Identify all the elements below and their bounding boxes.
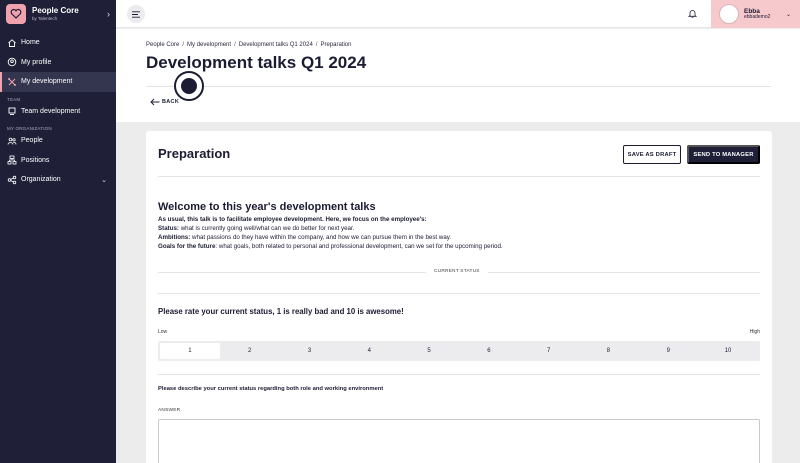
rating-option[interactable]: 3 <box>280 343 340 359</box>
section-label-current-status: CURRENT STATUS <box>426 269 488 274</box>
sidebar-item-people[interactable]: People <box>0 131 116 151</box>
breadcrumb-item[interactable]: People Core <box>146 42 179 48</box>
section-label-organization: MY ORGANIZATION <box>7 126 52 131</box>
sidebar-item-positions[interactable]: Positions <box>0 151 116 171</box>
rating-option[interactable]: 6 <box>459 343 519 359</box>
sidebar-item-label: Organization <box>21 176 61 184</box>
arrow-left-icon <box>150 98 160 106</box>
sidebar-item-label: Positions <box>21 156 50 164</box>
topbar: Ebba ebbademo2 ⌄ <box>116 0 800 28</box>
breadcrumb-item[interactable]: Development talks Q1 2024 <box>239 42 313 48</box>
chevron-down-icon: ⌄ <box>785 11 791 18</box>
welcome-title: Welcome to this year's development talks <box>158 201 376 213</box>
rating-option[interactable]: 2 <box>220 343 280 359</box>
page-header: People Core / My development / Development t… <box>116 29 800 122</box>
user-handle: ebbademo2 <box>744 13 771 20</box>
answer-label: ANSWER <box>158 408 181 413</box>
sidebar-item-label: Team development <box>21 107 81 115</box>
sidebar-item-label: My profile <box>21 58 52 66</box>
scale-high-label: High <box>749 329 760 335</box>
sidebar-item-home[interactable]: Home <box>0 33 116 53</box>
chevron-down-icon[interactable]: ⌄ <box>101 176 107 184</box>
divider <box>146 86 771 87</box>
rating-scale: 1 2 3 4 5 6 7 8 9 10 <box>158 341 760 361</box>
status-label: Status: <box>158 225 179 232</box>
sidebar-item-label: People <box>21 137 43 145</box>
intro-line: As usual, this talk is to facilitate emp… <box>158 216 427 223</box>
scale-low-label: Low <box>158 329 168 335</box>
divider <box>158 176 760 177</box>
back-button[interactable]: BACK <box>150 98 179 106</box>
rating-option[interactable]: 7 <box>519 343 579 359</box>
save-as-draft-button[interactable]: SAVE AS DRAFT <box>623 145 681 164</box>
brand[interactable]: People Core by Talentech › <box>0 0 116 28</box>
organization-icon <box>7 175 17 184</box>
rating-option[interactable]: 1 <box>160 343 220 359</box>
divider <box>158 374 760 375</box>
ambitions-text: what passions do they have within the co… <box>190 234 452 241</box>
breadcrumb-item[interactable]: My development <box>187 42 231 48</box>
card-title: Preparation <box>158 146 231 161</box>
chevron-right-icon[interactable]: › <box>107 9 110 19</box>
team-icon <box>8 107 16 116</box>
sidebar-item-team-development[interactable]: Team development <box>0 102 116 122</box>
development-icon <box>8 77 16 86</box>
back-label: BACK <box>162 99 180 105</box>
rating-option[interactable]: 5 <box>399 343 459 359</box>
breadcrumb: People Core / My development / Development t… <box>146 42 352 48</box>
user-menu[interactable]: Ebba ebbademo2 ⌄ <box>711 0 800 28</box>
positions-icon <box>7 155 17 165</box>
sidebar-item-my-profile[interactable]: My profile <box>0 53 116 73</box>
menu-button[interactable] <box>127 5 145 23</box>
sidebar-item-my-development[interactable]: My development <box>0 72 116 92</box>
preparation-card: Preparation SAVE AS DRAFT SEND TO MANAGE… <box>146 131 772 463</box>
ambitions-label: Ambitions: <box>158 234 191 241</box>
sidebar-item-label: Home <box>21 39 40 47</box>
profile-icon <box>7 58 17 67</box>
brand-name: People Core <box>32 5 79 15</box>
sidebar-item-organization[interactable]: Organization ⌄ <box>0 170 116 190</box>
rating-option[interactable]: 10 <box>698 343 758 359</box>
send-to-manager-button[interactable]: SEND TO MANAGER <box>687 145 760 164</box>
rating-option[interactable]: 4 <box>339 343 399 359</box>
people-icon <box>7 137 17 145</box>
rating-option[interactable]: 8 <box>579 343 639 359</box>
home-icon <box>8 38 16 47</box>
goals-label: Goals for the future <box>158 243 216 250</box>
heart-icon <box>6 4 26 24</box>
menu-icon <box>132 10 140 18</box>
brand-subtitle: by Talentech <box>32 15 58 21</box>
breadcrumb-item-current: Preparation <box>320 42 352 48</box>
rating-option[interactable]: 9 <box>638 343 698 359</box>
goals-text: : what goals, both related to personal a… <box>215 243 503 250</box>
section-label-team: TEAM <box>7 96 21 102</box>
page-title: Development talks Q1 2024 <box>146 53 367 72</box>
bell-icon[interactable] <box>687 8 698 19</box>
cursor-indicator <box>174 71 204 101</box>
avatar <box>719 4 739 24</box>
sidebar: People Core by Talentech › Home My profi… <box>0 0 116 463</box>
divider <box>158 293 760 294</box>
intro-text: As usual, this talk is to facilitate emp… <box>158 215 758 251</box>
status-text: what is currently going well/what can we… <box>178 225 355 232</box>
rating-question: Please rate your current status, 1 is re… <box>158 307 404 316</box>
sidebar-item-label: My development <box>21 78 73 86</box>
answer-textarea[interactable] <box>158 419 760 463</box>
describe-question: Please describe your current status rega… <box>158 386 384 392</box>
